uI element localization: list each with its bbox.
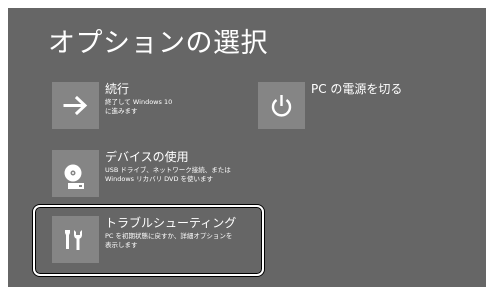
continue-option[interactable]: 続行 終了して Windows 10 に進みます	[52, 82, 242, 132]
turn-off-pc-title: PC の電源を切る	[311, 82, 403, 96]
continue-description: 終了して Windows 10 に進みます	[105, 98, 173, 115]
recovery-screen: オプションの選択 続行 終了して Windows 10 に進みます デバイスの使…	[8, 8, 486, 287]
use-device-description: USB ドライブ、ネットワーク接続、または Windows リカバリ DVD を…	[105, 166, 231, 183]
troubleshoot-tile[interactable]	[52, 216, 99, 263]
use-device-title: デバイスの使用	[105, 150, 189, 164]
turn-off-pc-option[interactable]: PC の電源を切る	[258, 82, 448, 132]
troubleshoot-description: PC を初期状態に戻すか、詳細オプションを 表示します	[105, 232, 233, 249]
continue-title: 続行	[105, 82, 130, 96]
page-title: オプションの選択	[48, 28, 268, 59]
use-device-option[interactable]: デバイスの使用 USB ドライブ、ネットワーク接続、または Windows リカ…	[52, 150, 252, 200]
disc-drive-icon	[64, 164, 84, 189]
use-device-tile[interactable]	[52, 150, 99, 197]
troubleshoot-title: トラブルシューティング	[105, 216, 237, 230]
tools-icon	[65, 230, 82, 250]
continue-tile[interactable]	[52, 82, 99, 129]
power-icon	[271, 95, 292, 117]
arrow-right-icon	[63, 95, 88, 116]
turn-off-pc-tile[interactable]	[258, 82, 305, 129]
troubleshoot-option[interactable]: トラブルシューティング PC を初期状態に戻すか、詳細オプションを 表示します	[52, 216, 252, 268]
